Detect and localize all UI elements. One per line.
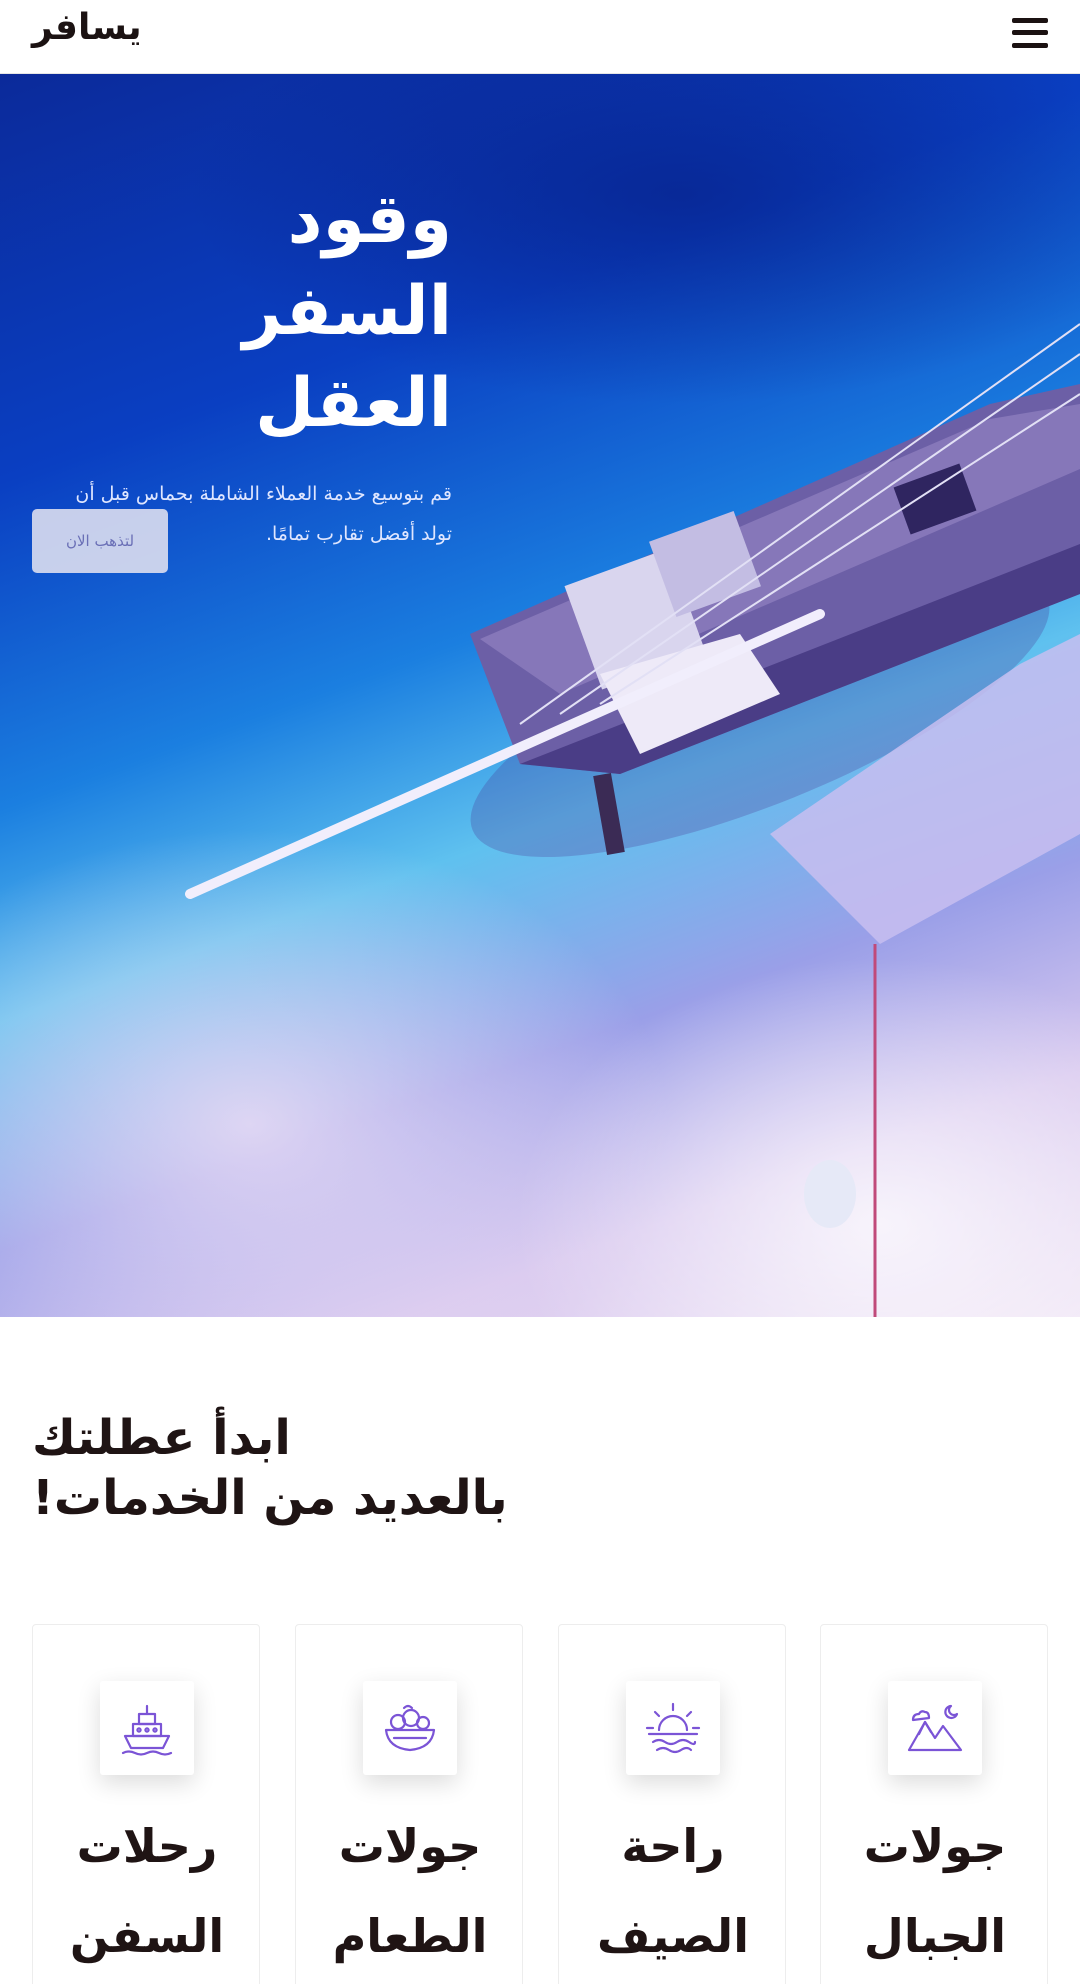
menu-bar — [1012, 17, 1048, 23]
service-card-label: جولات الجبال — [821, 1801, 1049, 1981]
menu-bar — [1012, 42, 1048, 48]
services-title-line1: ابدأ عطلتك — [32, 1410, 291, 1466]
menu-bar — [1012, 30, 1048, 35]
hero-text-block: وقود السفر العقل قم بتوسيع خدمة العملاء … — [32, 174, 452, 554]
hero-title: وقود السفر العقل — [32, 174, 452, 450]
services-cards: رحلات السفن جولات الطعام راحة الصيف جولا… — [32, 1624, 1048, 1984]
service-card-mountain-tours[interactable]: جولات الجبال — [820, 1624, 1048, 1984]
label-line1: جولات — [863, 1819, 1007, 1873]
label-line2: الصيف — [597, 1909, 749, 1963]
hero-subtitle-line1: قم بتوسيع خدمة العملاء الشاملة بحماس قبل… — [75, 483, 452, 505]
service-card-summer-rest[interactable]: راحة الصيف — [558, 1624, 786, 1984]
hero-title-line2: السفر العقل — [242, 272, 452, 443]
service-card-ship-trips[interactable]: رحلات السفن — [32, 1624, 260, 1984]
services-title: ابدأ عطلتك بالعديد من الخدمات! — [32, 1408, 732, 1528]
go-now-button[interactable]: لتذهب الان — [32, 509, 168, 573]
services-title-line2: بالعديد من الخدمات! — [32, 1470, 508, 1526]
sunset-icon — [626, 1681, 720, 1775]
service-card-label: راحة الصيف — [559, 1801, 787, 1981]
brand-logo[interactable]: يسافر — [32, 9, 142, 46]
label-line1: رحلات — [76, 1819, 218, 1873]
mountains-icon — [888, 1681, 982, 1775]
label-line2: الطعام — [332, 1909, 488, 1963]
label-line2: السفن — [69, 1909, 225, 1963]
ship-icon — [100, 1681, 194, 1775]
service-card-label: جولات الطعام — [296, 1801, 524, 1981]
label-line2: الجبال — [863, 1909, 1007, 1963]
label-line1: راحة — [621, 1819, 725, 1873]
label-line1: جولات — [338, 1819, 482, 1873]
service-card-label: رحلات السفن — [33, 1801, 261, 1981]
hero-title-line1: وقود — [287, 180, 452, 259]
food-bowl-icon — [363, 1681, 457, 1775]
top-navbar: يسافر — [0, 0, 1080, 74]
hero-banner: وقود السفر العقل قم بتوسيع خدمة العملاء … — [0, 74, 1080, 1317]
service-card-food-tours[interactable]: جولات الطعام — [295, 1624, 523, 1984]
hamburger-menu-icon[interactable] — [1012, 17, 1048, 48]
